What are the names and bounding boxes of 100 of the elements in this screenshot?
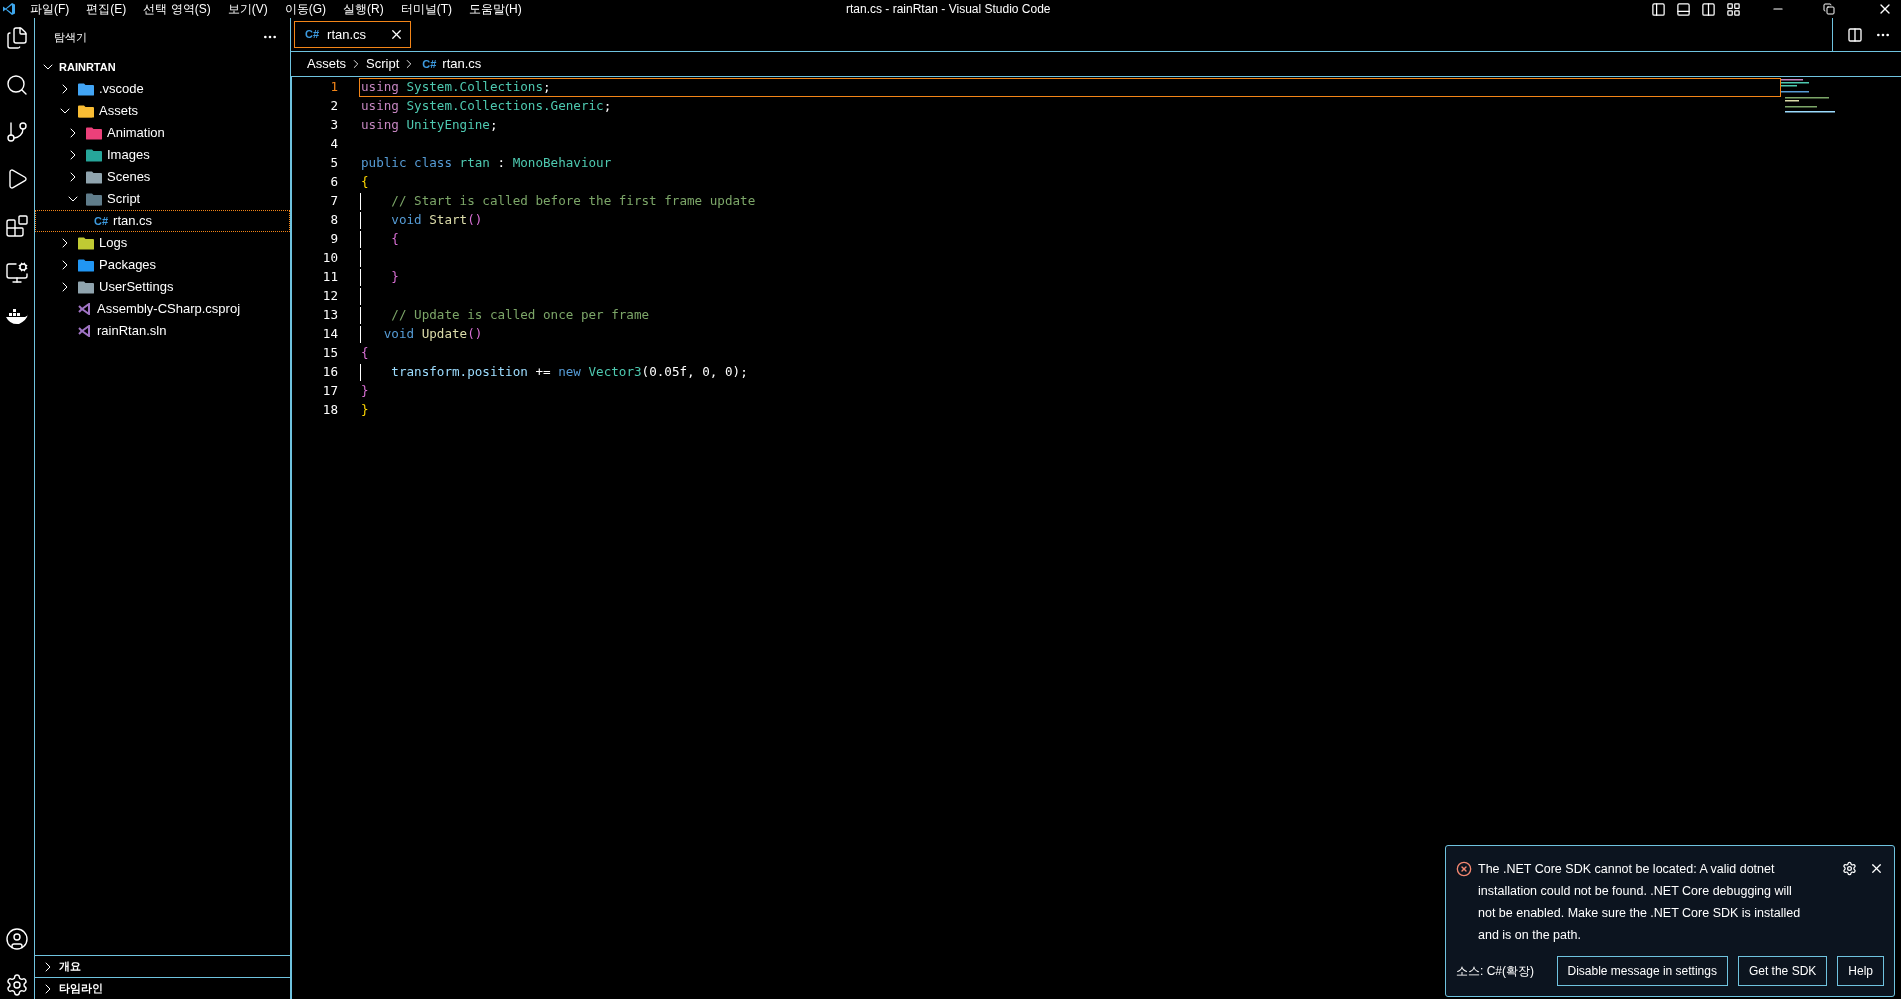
extensions-icon[interactable] — [5, 214, 29, 238]
line-number: 10 — [321, 249, 338, 268]
error-icon — [1456, 861, 1472, 877]
line-number: 14 — [321, 325, 338, 344]
folder-icon — [78, 236, 94, 250]
breadcrumb-item[interactable]: rtan.cs — [442, 54, 482, 74]
notification-button[interactable]: Get the SDK — [1737, 956, 1828, 986]
line-number: 7 — [329, 192, 338, 211]
split-editor-icon[interactable] — [1847, 26, 1863, 43]
sidebar-title: 탐색기 — [54, 29, 87, 45]
tree-item[interactable]: C# rtan.cs — [35, 210, 290, 232]
notification-button[interactable]: Help — [1837, 956, 1884, 986]
tree-item[interactable]: .vscode — [35, 78, 290, 100]
code-line: { — [361, 344, 369, 363]
code-line: } — [361, 401, 369, 420]
menu-item[interactable]: 도움말(H) — [469, 0, 522, 18]
close-icon[interactable] — [1869, 861, 1884, 876]
line-number: 3 — [329, 116, 338, 135]
infinity-ribbon-icon — [78, 303, 92, 315]
open-folder-icon — [86, 192, 102, 206]
settings-icon[interactable] — [1842, 861, 1857, 876]
code-line: // Start is called before the first frame update — [390, 192, 756, 211]
code-line: using System.Collections; — [361, 78, 551, 97]
notification-message: The .NET Core SDK cannot be located: A valid dotnet installation could not be found. .NET Core debugging will not be enabled. Make sure the .NET Core SDK is installed and is on the path. — [1478, 861, 1802, 944]
whale-icon[interactable] — [5, 308, 29, 326]
folder-icon — [86, 148, 102, 162]
logo-icon — [2, 2, 16, 16]
folder-icon — [78, 82, 94, 96]
tree-item[interactable]: Script — [35, 188, 290, 210]
tree-item[interactable]: Logs — [35, 232, 290, 254]
menu-item[interactable]: 이동(G) — [284, 0, 326, 18]
tree-item[interactable]: Images — [35, 144, 290, 166]
infinity-ribbon-icon — [78, 325, 92, 337]
code-line: { — [361, 173, 369, 192]
line-number: 12 — [321, 287, 338, 306]
restore-icon[interactable] — [1823, 3, 1835, 15]
breadcrumb-item[interactable]: Script — [366, 54, 400, 74]
line-number: 4 — [329, 135, 338, 154]
folder-icon — [86, 126, 102, 140]
menu-item[interactable]: 보기(V) — [227, 0, 268, 18]
grid-layout-icon[interactable] — [1726, 1, 1741, 17]
open-folder-icon — [78, 104, 94, 118]
tree-item[interactable]: rainRtan.sln — [35, 320, 290, 342]
line-number: 13 — [321, 306, 338, 325]
search-icon[interactable] — [5, 73, 29, 97]
tree-item[interactable]: Packages — [35, 254, 290, 276]
editor-tab[interactable]: C# rtan.cs — [294, 21, 411, 48]
folder-icon — [86, 170, 102, 184]
csharp-icon: C# — [422, 55, 437, 73]
account-icon[interactable] — [5, 927, 29, 951]
line-number: 5 — [329, 154, 338, 173]
sidebar-layout-icon[interactable] — [1651, 1, 1666, 17]
window-title: rtan.cs - rainRtan - Visual Studio Code — [846, 1, 1051, 18]
code-line: } — [361, 382, 369, 401]
root-folder-header[interactable]: RAINRTAN — [35, 56, 290, 78]
code-line: using System.Collections.Generic; — [361, 97, 612, 116]
settings-icon[interactable] — [5, 973, 29, 997]
close-icon[interactable] — [389, 27, 404, 42]
code-line: public class rtan : MonoBehaviour — [361, 154, 612, 173]
tree-item[interactable]: Animation — [35, 122, 290, 144]
breadcrumb-item[interactable]: Assets — [307, 54, 346, 74]
menu-item[interactable]: 실행(R) — [343, 0, 384, 18]
line-number: 18 — [321, 401, 338, 420]
csharp-icon: C# — [94, 212, 109, 230]
line-number: 2 — [329, 97, 338, 116]
menu-item[interactable]: 파일(F) — [30, 0, 70, 18]
tree-item[interactable]: UserSettings — [35, 276, 290, 298]
menu-item[interactable]: 편집(E) — [86, 0, 127, 18]
code-line: using UnityEngine; — [361, 116, 498, 135]
files-icon[interactable] — [5, 26, 29, 50]
code-line: transform.position += new Vector3(0.05f, 0, 0); — [390, 363, 748, 382]
code-line: { — [390, 230, 399, 249]
line-number: 9 — [329, 230, 338, 249]
code-line: // Update is called once per frame — [390, 306, 650, 325]
tree-item[interactable]: Scenes — [35, 166, 290, 188]
line-number: 11 — [321, 268, 338, 287]
notification-source: 소스: C#(확장) — [1456, 963, 1534, 980]
section-header[interactable]: 개요 — [35, 955, 290, 977]
section-header[interactable]: 타임라인 — [35, 977, 290, 999]
code-line: } — [390, 268, 399, 287]
tree-item[interactable]: Assets — [35, 100, 290, 122]
columns-layout-icon[interactable] — [1701, 1, 1716, 17]
line-number: 1 — [329, 78, 338, 97]
code-line: void Start() — [390, 211, 483, 230]
folder-icon — [78, 280, 94, 294]
notification-button[interactable]: Disable message in settings — [1556, 956, 1728, 986]
line-number: 15 — [321, 344, 338, 363]
menu-item[interactable]: 선택 영역(S) — [143, 0, 211, 18]
line-number: 8 — [329, 211, 338, 230]
line-number: 6 — [329, 173, 338, 192]
folder-icon — [78, 258, 94, 272]
line-number: 16 — [321, 363, 338, 382]
line-number: 17 — [321, 382, 338, 401]
remote-monitor-icon[interactable] — [5, 261, 29, 285]
branch-icon[interactable] — [5, 120, 29, 144]
csharp-icon: C# — [305, 26, 320, 43]
tree-item[interactable]: Assembly-CSharp.csproj — [35, 298, 290, 320]
panel-layout-icon[interactable] — [1676, 1, 1691, 17]
menu-item[interactable]: 터미널(T) — [400, 0, 452, 18]
code-line: void Update() — [382, 325, 483, 344]
